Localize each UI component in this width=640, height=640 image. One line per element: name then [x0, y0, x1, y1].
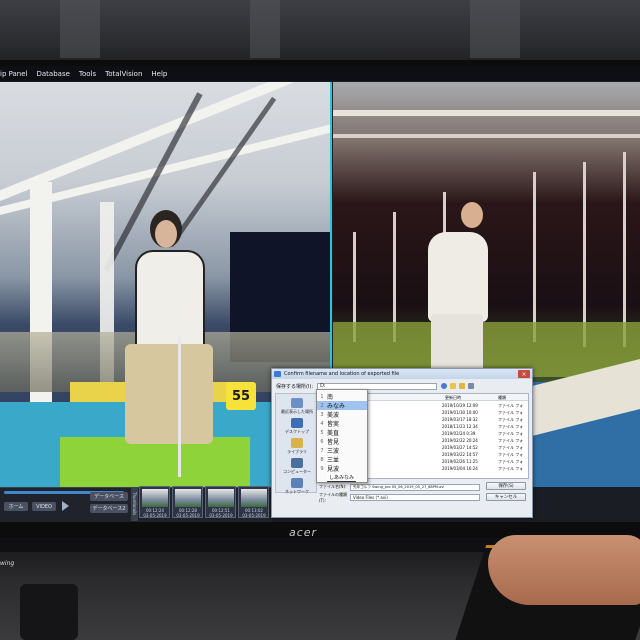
ime-candidate[interactable]: 5 美直 — [317, 428, 367, 438]
ime-candidate-selected[interactable]: 2 みなみ — [317, 401, 367, 410]
new-folder-icon[interactable] — [459, 383, 466, 389]
clip-thumbnail[interactable]: 00:12:24 03-05-2019 — [139, 486, 170, 518]
ime-candidate[interactable]: 4 皆実 — [317, 419, 367, 429]
ime-input-text[interactable]: しあみなみ — [327, 474, 357, 482]
place-desktop[interactable]: デスクトップ — [276, 418, 318, 435]
room-ceiling — [0, 0, 640, 62]
filetype-label: ファイルの種類(T): — [319, 491, 347, 503]
user-hand — [488, 535, 640, 605]
up-folder-icon[interactable] — [450, 383, 457, 389]
toolbar-button-video[interactable]: VIDEO — [32, 502, 56, 511]
cancel-button[interactable]: キャンセル — [486, 493, 526, 501]
filetype-dropdown[interactable]: Video Files (*.avi) — [350, 493, 480, 501]
menu-item-database[interactable]: Database — [37, 70, 70, 78]
bay-number-sign: 55 — [226, 382, 256, 410]
menu-item-help[interactable]: Help — [151, 70, 167, 78]
menu-item-tools[interactable]: Tools — [79, 70, 96, 78]
menu-bar: ip Panel Database Tools TotalVision Help — [0, 66, 640, 81]
export-file-dialog: Confirm filename and location of exporte… — [271, 368, 533, 518]
ime-candidate[interactable]: 6 皆見 — [317, 437, 367, 447]
filename-input[interactable]: 先年ゴルフ Swing_pro 05_06_2019_05_27_68PM.av… — [350, 483, 480, 491]
play-icon[interactable] — [62, 501, 69, 511]
place-recent[interactable]: 最近表示した場所 — [276, 398, 318, 415]
ime-candidate[interactable]: 1南 — [317, 392, 367, 402]
monitor-brand-logo: acer — [288, 526, 318, 539]
ime-candidate[interactable]: 9 見波 — [317, 464, 367, 474]
back-icon[interactable] — [441, 383, 448, 389]
clip-thumbnail[interactable]: 00:12:28 03-05-2019 — [172, 486, 203, 518]
close-icon[interactable]: × — [518, 370, 530, 378]
column-type[interactable]: 種類 — [498, 395, 506, 401]
clip-thumbnail[interactable]: 00:13:02 03-05-2019 — [238, 486, 269, 518]
screen: ip Panel Database Tools TotalVision Help… — [0, 66, 640, 522]
sticker-text: wing — [0, 560, 15, 567]
filename-label: ファイル名(N): — [319, 484, 347, 489]
ime-candidate[interactable]: 8 三並 — [317, 455, 367, 465]
clip-thumbnail[interactable]: 00:12:51 03-05-2019 — [205, 486, 236, 518]
toolbar-button-database[interactable]: データベース — [90, 492, 128, 501]
view-menu-icon[interactable] — [468, 383, 475, 389]
ime-candidate-list: 1南 2 みなみ 3 美波 4 皆実 5 美直 6 皆見 7 三波 8 三並 9 見波 しあみな… — [316, 389, 368, 483]
places-bar: 最近表示した場所 デスクトップ ライブラリ コンピューター ネットワーク — [275, 393, 318, 495]
place-computer[interactable]: コンピューター — [276, 458, 318, 475]
save-button[interactable]: 保存(S) — [486, 482, 526, 490]
thumbnails-tab[interactable]: Thumbnails — [131, 487, 138, 521]
dialog-title-bar[interactable]: Confirm filename and location of exporte… — [272, 369, 532, 379]
toolbar-button-database2[interactable]: データベース2 — [90, 504, 128, 513]
menu-item-clip-panel[interactable]: ip Panel — [0, 70, 28, 78]
toolbar-button-home[interactable]: ホーム — [4, 502, 28, 511]
dialog-app-icon — [274, 371, 281, 377]
place-libraries[interactable]: ライブラリ — [276, 438, 318, 455]
speaker — [20, 584, 78, 640]
save-in-label: 保存する場所(I): — [276, 383, 314, 390]
menu-item-totalvision[interactable]: TotalVision — [105, 70, 142, 78]
dialog-title: Confirm filename and location of exporte… — [284, 371, 400, 377]
column-date[interactable]: 更新日時 — [445, 395, 461, 401]
ime-candidate[interactable]: 3 美波 — [317, 410, 367, 420]
ime-candidate[interactable]: 7 三波 — [317, 446, 367, 456]
place-network[interactable]: ネットワーク — [276, 478, 318, 495]
